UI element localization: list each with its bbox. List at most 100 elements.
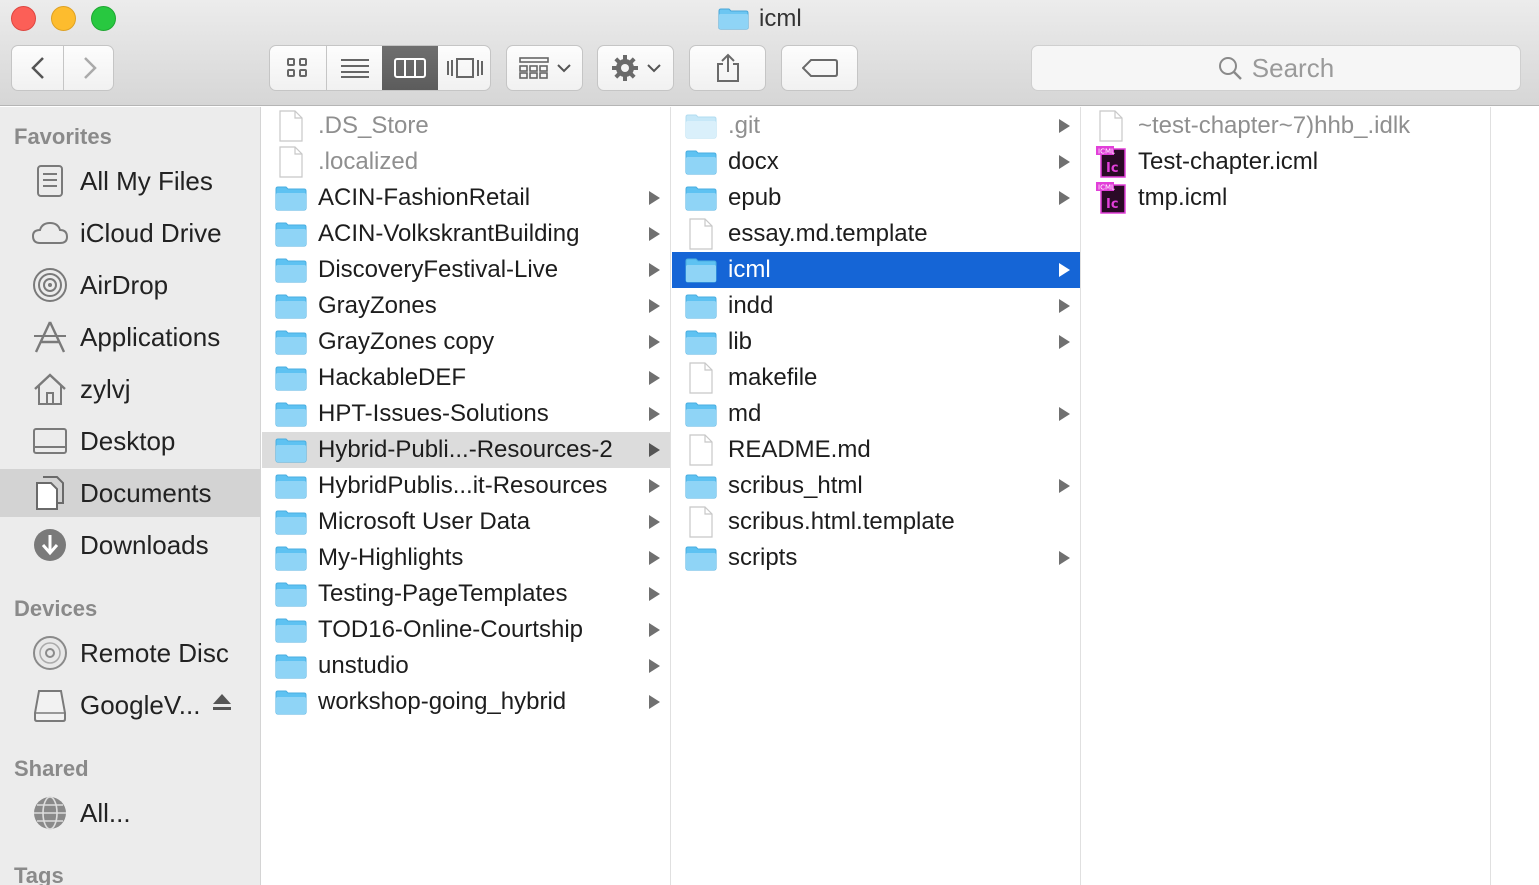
sidebar-section-tags: Tags bbox=[14, 863, 64, 885]
sidebar-item-label: Downloads bbox=[80, 529, 209, 560]
list-item[interactable]: DiscoveryFestival-Live bbox=[262, 252, 670, 288]
list-item[interactable]: workshop-going_hybrid bbox=[262, 684, 670, 720]
forward-button[interactable] bbox=[64, 46, 115, 90]
icon-view-button[interactable] bbox=[270, 46, 326, 90]
disclosure-arrow-icon bbox=[649, 623, 660, 637]
folder-icon bbox=[275, 507, 307, 537]
folder-icon bbox=[685, 255, 717, 285]
sidebar-item-downloads[interactable]: Downloads bbox=[0, 521, 260, 569]
action-button[interactable] bbox=[597, 45, 674, 91]
share-icon bbox=[716, 53, 739, 82]
list-item[interactable]: My-Highlights bbox=[262, 540, 670, 576]
list-item[interactable]: scribus.html.template bbox=[672, 504, 1080, 540]
list-item[interactable]: HPT-Issues-Solutions bbox=[262, 396, 670, 432]
list-item[interactable]: GrayZones copy bbox=[262, 324, 670, 360]
list-item[interactable]: README.md bbox=[672, 432, 1080, 468]
search-icon bbox=[1218, 57, 1242, 80]
list-item[interactable]: Hybrid-Publi...-Resources-2 bbox=[262, 432, 670, 468]
downloads-icon bbox=[31, 526, 69, 564]
sidebar-item-all-my-files[interactable]: All My Files bbox=[0, 157, 260, 205]
list-item[interactable]: scribus_html bbox=[672, 468, 1080, 504]
list-item[interactable]: .localized bbox=[262, 144, 670, 180]
list-icon bbox=[340, 59, 369, 78]
list-item[interactable]: icml bbox=[672, 252, 1080, 288]
sidebar-item-applications[interactable]: Applications bbox=[0, 313, 260, 361]
disclosure-arrow-icon bbox=[1059, 191, 1070, 205]
disclosure-arrow-icon bbox=[649, 551, 660, 565]
sidebar-item-desktop[interactable]: Desktop bbox=[0, 417, 260, 465]
disclosure-arrow-icon bbox=[1059, 263, 1070, 277]
item-label: GrayZones bbox=[318, 292, 437, 319]
list-item[interactable]: Testing-PageTemplates bbox=[262, 576, 670, 612]
list-item[interactable]: Microsoft User Data bbox=[262, 504, 670, 540]
back-button[interactable] bbox=[12, 46, 63, 90]
folder-icon bbox=[275, 435, 307, 465]
item-label: Test-chapter.icml bbox=[1138, 148, 1319, 175]
sidebar-item-label: Remote Disc bbox=[80, 637, 229, 668]
folder-icon bbox=[685, 327, 717, 357]
item-label: HybridPublis...it-Resources bbox=[318, 472, 608, 499]
folder-icon bbox=[275, 687, 307, 717]
sidebar-item-remote-disc[interactable]: Remote Disc bbox=[0, 629, 260, 677]
item-label: docx bbox=[728, 148, 779, 175]
folder-icon bbox=[275, 399, 307, 429]
list-item[interactable]: HackableDEF bbox=[262, 360, 670, 396]
folder-icon bbox=[685, 111, 717, 141]
list-item[interactable]: ACIN-FashionRetail bbox=[262, 180, 670, 216]
search-field[interactable]: Search bbox=[1031, 45, 1521, 91]
list-item[interactable]: ~test-chapter~7)hhb_.idlk bbox=[1082, 108, 1491, 144]
list-item[interactable]: indd bbox=[672, 288, 1080, 324]
item-label: .git bbox=[728, 112, 761, 139]
list-item[interactable]: ACIN-VolkskrantBuilding bbox=[262, 216, 670, 252]
sidebar-item-label: All My Files bbox=[80, 165, 213, 196]
share-button[interactable] bbox=[689, 45, 766, 91]
item-label: GrayZones copy bbox=[318, 328, 495, 355]
edit-tags-button[interactable] bbox=[781, 45, 858, 91]
list-item[interactable]: docx bbox=[672, 144, 1080, 180]
sidebar-item-google-drive[interactable]: GoogleV... bbox=[0, 681, 260, 729]
sidebar-item-label: AirDrop bbox=[80, 269, 169, 300]
minimize-window-button[interactable] bbox=[51, 6, 76, 31]
list-item[interactable]: epub bbox=[672, 180, 1080, 216]
list-item[interactable]: GrayZones bbox=[262, 288, 670, 324]
disclosure-arrow-icon bbox=[649, 515, 660, 529]
list-view-button[interactable] bbox=[327, 46, 382, 90]
close-window-button[interactable] bbox=[11, 6, 36, 31]
disclosure-arrow-icon bbox=[649, 659, 660, 673]
sidebar-item-airdrop[interactable]: AirDrop bbox=[0, 261, 260, 309]
list-item[interactable]: ICML Ic Test-chapter.icml bbox=[1082, 144, 1491, 180]
item-label: ~test-chapter~7)hhb_.idlk bbox=[1138, 112, 1411, 139]
cover-flow-view-button[interactable] bbox=[438, 46, 490, 90]
list-item[interactable]: md bbox=[672, 396, 1080, 432]
sidebar-item-icloud-drive[interactable]: iCloud Drive bbox=[0, 209, 260, 257]
list-item[interactable]: scripts bbox=[672, 540, 1080, 576]
eject-icon[interactable] bbox=[212, 693, 232, 717]
folder-icon bbox=[685, 399, 717, 429]
disclosure-arrow-icon bbox=[649, 191, 660, 205]
list-item[interactable]: TOD16-Online-Courtship bbox=[262, 612, 670, 648]
list-item[interactable]: unstudio bbox=[262, 648, 670, 684]
disclosure-arrow-icon bbox=[1059, 299, 1070, 313]
window-title-label: icml bbox=[759, 5, 802, 32]
column-view-button[interactable] bbox=[382, 46, 438, 90]
disclosure-arrow-icon bbox=[649, 227, 660, 241]
list-item[interactable]: makefile bbox=[672, 360, 1080, 396]
chevron-right-icon bbox=[83, 57, 97, 79]
icml-column: ~test-chapter~7)hhb_.idlk ICML Ic Test-chap… bbox=[1082, 107, 1491, 885]
list-item[interactable]: .DS_Store bbox=[262, 108, 670, 144]
disclosure-arrow-icon bbox=[1059, 551, 1070, 565]
disclosure-arrow-icon bbox=[1059, 155, 1070, 169]
columns-icon bbox=[394, 58, 426, 78]
list-item[interactable]: essay.md.template bbox=[672, 216, 1080, 252]
sidebar-item-documents[interactable]: Documents bbox=[0, 469, 260, 517]
list-item[interactable]: .git bbox=[672, 108, 1080, 144]
folder-icon bbox=[275, 255, 307, 285]
sidebar-item-home[interactable]: zylvj bbox=[0, 365, 260, 413]
list-item[interactable]: ICML Ic tmp.icml bbox=[1082, 180, 1491, 216]
list-item[interactable]: HybridPublis...it-Resources bbox=[262, 468, 670, 504]
arrange-button[interactable] bbox=[506, 45, 583, 91]
zoom-window-button[interactable] bbox=[91, 6, 116, 31]
list-item[interactable]: lib bbox=[672, 324, 1080, 360]
sidebar-item-shared-all[interactable]: All... bbox=[0, 789, 260, 837]
item-label: HackableDEF bbox=[318, 364, 467, 391]
